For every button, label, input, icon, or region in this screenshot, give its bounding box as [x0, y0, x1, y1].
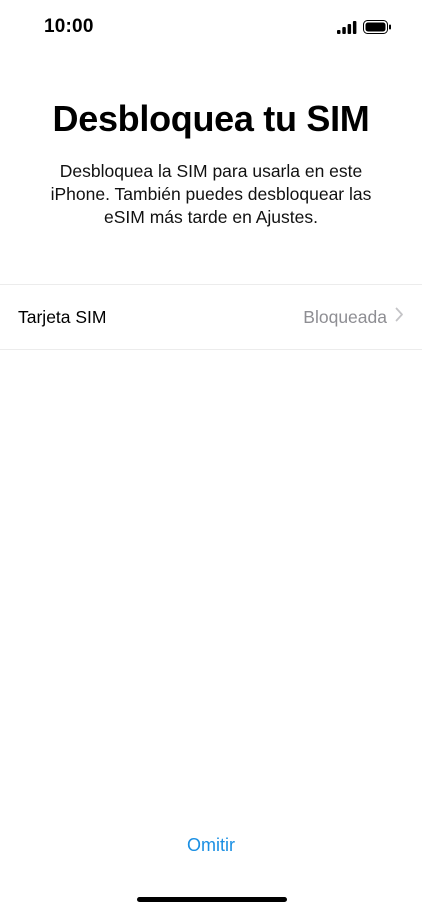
sim-list: Tarjeta SIM Bloqueada	[0, 284, 422, 350]
page-title: Desbloquea tu SIM	[52, 98, 370, 139]
cellular-signal-icon	[337, 20, 357, 39]
page-subtitle: Desbloquea la SIM para usarla en este iP…	[50, 161, 372, 227]
home-indicator[interactable]	[137, 897, 287, 902]
sim-card-label: Tarjeta SIM	[18, 306, 107, 327]
status-bar: 10:00	[0, 0, 422, 56]
skip-button[interactable]: Omitir	[0, 834, 422, 857]
chevron-right-icon	[395, 307, 404, 327]
sim-card-row[interactable]: Tarjeta SIM Bloqueada	[0, 285, 422, 349]
status-icons	[337, 20, 392, 39]
status-time: 10:00	[44, 16, 94, 37]
battery-full-icon	[363, 20, 392, 39]
sim-card-status: Bloqueada	[303, 306, 387, 327]
sim-card-status-group: Bloqueada	[303, 307, 404, 328]
